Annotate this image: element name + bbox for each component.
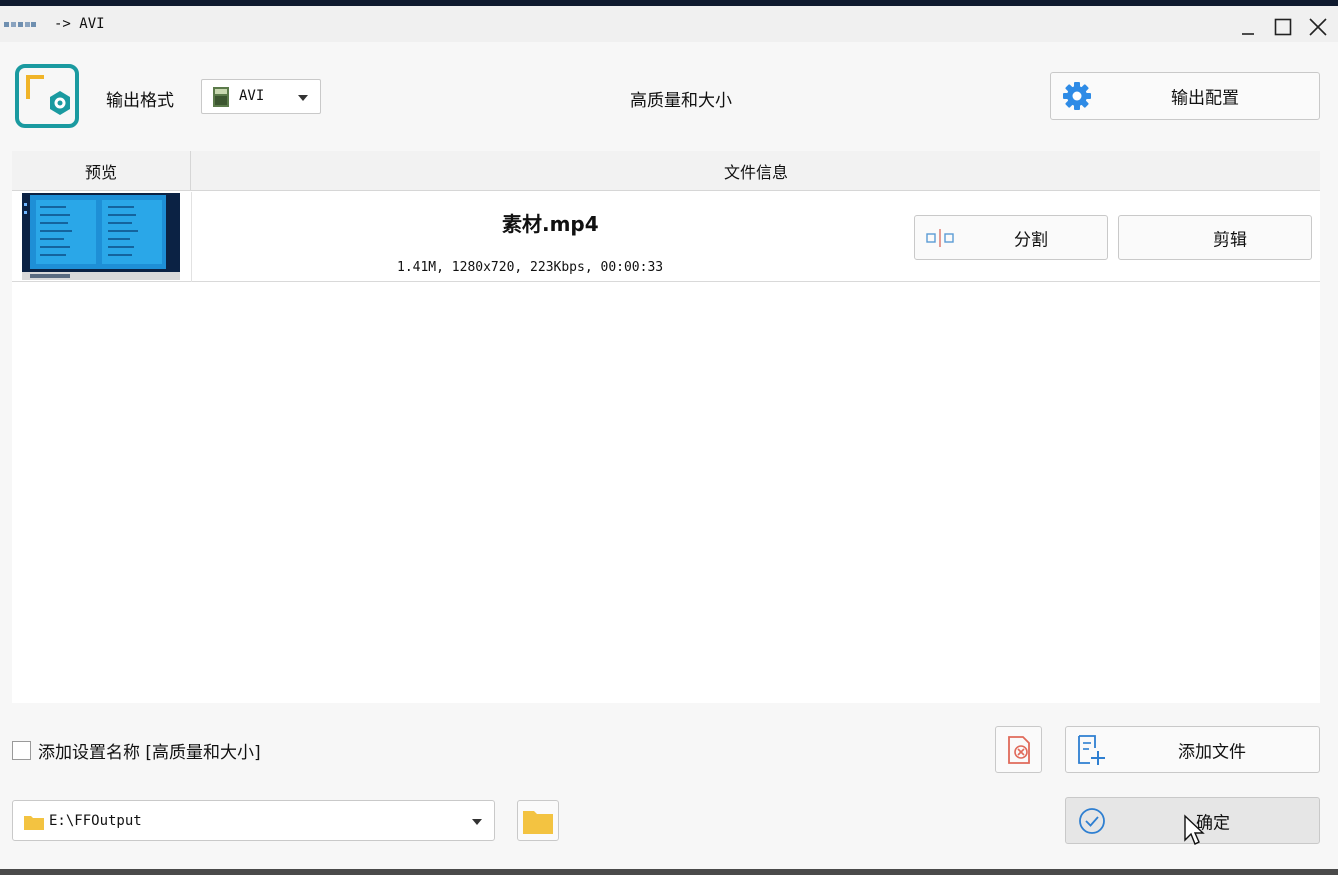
format-dropdown[interactable]: AVI bbox=[201, 79, 321, 114]
file-list-panel: 预览 文件信息 素材.mp4 1.41M, 1280x720, 223Kbps,… bbox=[12, 151, 1320, 703]
video-thumbnail[interactable] bbox=[22, 193, 180, 280]
avi-file-icon bbox=[213, 87, 229, 107]
split-icon bbox=[926, 228, 954, 247]
close-icon bbox=[1309, 18, 1327, 36]
row-divider bbox=[191, 192, 192, 282]
output-config-label: 输出配置 bbox=[1171, 88, 1239, 109]
maximize-icon bbox=[1274, 18, 1292, 36]
gear-icon bbox=[1063, 82, 1091, 110]
file-list-header: 预览 文件信息 bbox=[12, 151, 1320, 191]
column-header-file-info: 文件信息 bbox=[723, 163, 788, 182]
close-button[interactable] bbox=[1305, 14, 1331, 40]
add-file-icon bbox=[1078, 734, 1105, 765]
output-path-dropdown[interactable]: E:\FFOutput bbox=[12, 800, 495, 841]
add-setting-name-checkbox[interactable] bbox=[12, 741, 31, 760]
window-title: -> AVI bbox=[54, 16, 105, 32]
folder-icon bbox=[24, 816, 44, 830]
app-logo-icon bbox=[15, 64, 79, 128]
file-name: 素材.mp4 bbox=[502, 212, 599, 236]
browse-folder-button[interactable] bbox=[517, 800, 559, 841]
add-file-label: 添加文件 bbox=[1178, 742, 1246, 762]
split-button[interactable]: 分割 bbox=[914, 215, 1108, 260]
mouse-cursor-icon bbox=[1184, 814, 1205, 845]
add-setting-name-option[interactable]: 添加设置名称 [高质量和大小] bbox=[12, 738, 261, 763]
output-config-button[interactable]: 输出配置 bbox=[1050, 72, 1320, 120]
thumbnail-image bbox=[22, 193, 180, 280]
edit-button[interactable]: 剪辑 bbox=[1118, 215, 1312, 260]
folder-icon bbox=[523, 810, 553, 834]
split-label: 分割 bbox=[1014, 230, 1048, 250]
check-circle-icon bbox=[1079, 807, 1105, 834]
column-header-preview: 预览 bbox=[12, 151, 191, 191]
minimize-button[interactable] bbox=[1235, 14, 1261, 40]
file-meta: 1.41M, 1280x720, 223Kbps, 00:00:33 bbox=[397, 260, 664, 275]
output-format-label: 输出格式 bbox=[106, 91, 174, 111]
add-setting-name-label: 添加设置名称 [高质量和大小] bbox=[38, 743, 261, 763]
title-bar: -> AVI bbox=[0, 6, 1338, 42]
maximize-button[interactable] bbox=[1270, 14, 1296, 40]
add-file-button[interactable]: 添加文件 bbox=[1065, 726, 1320, 773]
file-row[interactable]: 素材.mp4 1.41M, 1280x720, 223Kbps, 00:00:3… bbox=[12, 192, 1320, 282]
quality-preset-text[interactable]: 高质量和大小 bbox=[630, 86, 732, 111]
chevron-down-icon bbox=[472, 819, 482, 825]
remove-all-icon bbox=[1008, 735, 1030, 764]
remove-all-button[interactable] bbox=[995, 726, 1042, 773]
app-mini-icon bbox=[4, 22, 36, 27]
edit-label: 剪辑 bbox=[1213, 230, 1247, 250]
chevron-down-icon bbox=[298, 95, 308, 101]
screen-bottom-strip bbox=[0, 869, 1338, 875]
output-path-value: E:\FFOutput bbox=[49, 813, 142, 829]
minimize-icon bbox=[1242, 33, 1254, 35]
format-value: AVI bbox=[239, 88, 265, 104]
